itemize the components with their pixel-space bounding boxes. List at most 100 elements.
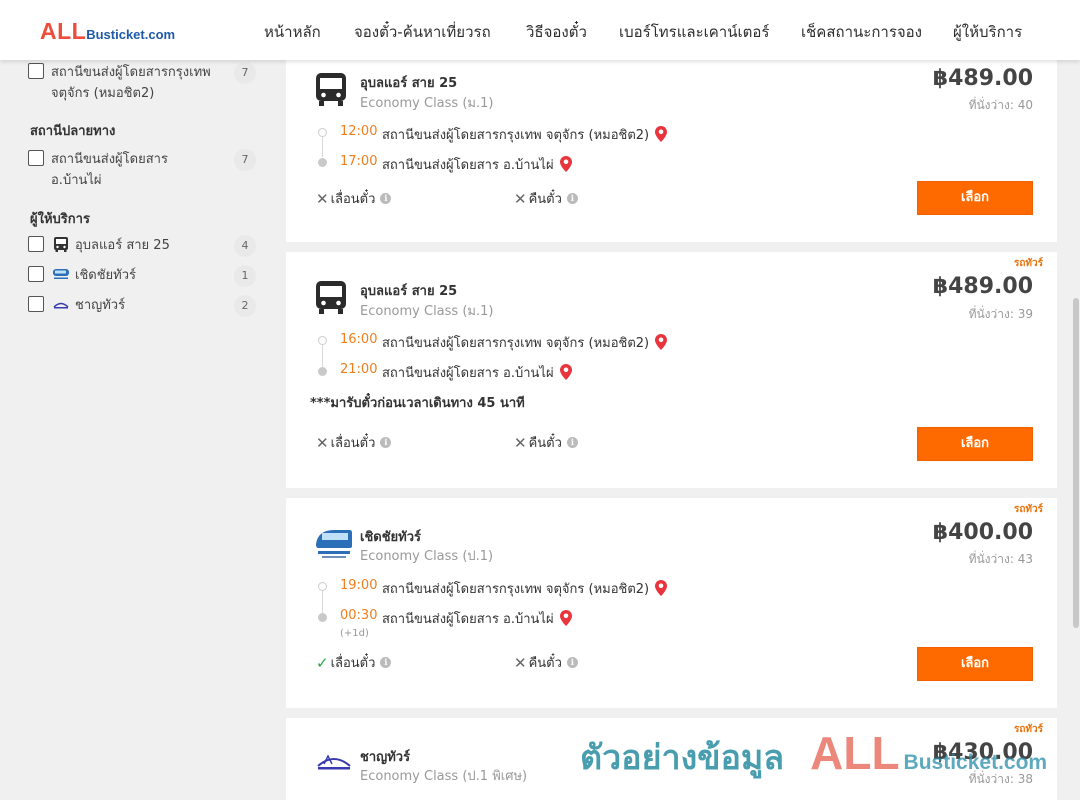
site-logo[interactable]: ALL Busticket.com (40, 18, 175, 45)
refund-ticket-policy: ✕ คืนตั๋ว i (514, 652, 578, 673)
filter-checkbox[interactable] (28, 296, 44, 312)
not-allowed-icon: ✕ (316, 433, 329, 452)
filter-sidebar: สถานีขนส่งผู้โดยสารกรุงเทพ จตุจักร (หมอช… (0, 60, 270, 800)
arrive-station-name: สถานีขนส่งผู้โดยสาร อ.บ้านไผ่ (382, 158, 554, 173)
seats-available: ที่นั่งว่าง: 38 (968, 772, 1033, 786)
allowed-check-icon: ✓ (316, 653, 329, 672)
cherdchai-logo-icon (53, 269, 69, 279)
select-trip-button[interactable]: เลือก (917, 427, 1033, 461)
nav-booking-status[interactable]: เช็คสถานะการจอง (801, 20, 922, 44)
count-badge: 2 (234, 295, 256, 317)
seats-available: ที่นั่งว่าง: 43 (968, 552, 1033, 566)
filter-checkbox[interactable] (28, 63, 44, 79)
operator-name: เชิดชัยทัวร์ (360, 530, 422, 545)
filter-checkbox[interactable] (28, 266, 44, 282)
filter-label-line2: อ.บ้านไผ่ (51, 173, 102, 188)
policy-label: เลื่อนตั๋ว (330, 436, 376, 451)
route-start-dot (318, 582, 327, 591)
arrive-time: 17:00 (340, 154, 378, 169)
not-allowed-icon: ✕ (316, 189, 329, 208)
route-start-dot (318, 336, 327, 345)
select-trip-button[interactable]: เลือก (917, 647, 1033, 681)
trip-card: รถทัวร์ เชิดชัยทัวร์ Economy Class (ป.1)… (286, 498, 1057, 708)
seat-class: Economy Class (ม.1) (360, 96, 494, 111)
filter-operator-cherdchai[interactable]: เชิดชัยทัวร์ 1 (28, 265, 256, 287)
filter-operator-ubon-air[interactable]: อุบลแอร์ สาย 25 4 (28, 235, 256, 257)
change-ticket-policy: ✕ เลื่อนตั๋ว i (316, 188, 392, 209)
count-badge: 1 (234, 265, 256, 287)
info-icon[interactable]: i (380, 437, 392, 448)
refund-ticket-policy: ✕ คืนตั๋ว i (514, 188, 578, 209)
map-pin-icon[interactable] (559, 364, 572, 380)
change-ticket-policy: ✓ เลื่อนตั๋ว i (316, 652, 392, 673)
operator-name: อุบลแอร์ สาย 25 (360, 284, 458, 299)
policy-label: คืนตั๋ว (528, 436, 562, 451)
filter-checkbox[interactable] (28, 150, 44, 166)
info-icon[interactable]: i (566, 657, 578, 668)
count-badge: 4 (234, 235, 256, 257)
bus-icon (54, 237, 68, 252)
page-scrollbar[interactable] (1072, 60, 1080, 800)
seats-available: ที่นั่งว่าง: 39 (968, 307, 1033, 321)
depart-time: 16:00 (340, 332, 378, 347)
nav-contact-counters[interactable]: เบอร์โทรและเคาน์เตอร์ (619, 20, 769, 44)
nav-home[interactable]: หน้าหลัก (264, 20, 321, 44)
filter-origin-item[interactable]: สถานีขนส่งผู้โดยสารกรุงเทพ จตุจักร (หมอช… (28, 62, 256, 104)
map-pin-icon[interactable] (655, 334, 668, 350)
operator-name: อุบลแอร์ สาย 25 (360, 76, 458, 91)
filter-checkbox[interactable] (28, 236, 44, 252)
nav-search-trips[interactable]: จองตั๋ว-ค้นหาเที่ยวรถ (354, 20, 491, 44)
policy-label: เลื่อนตั๋ว (330, 656, 376, 671)
info-icon[interactable]: i (380, 657, 392, 668)
bus-icon (316, 281, 346, 314)
change-ticket-policy: ✕ เลื่อนตั๋ว i (316, 432, 392, 453)
bus-icon (316, 73, 346, 106)
filter-operator-chan-tour[interactable]: ชาญทัวร์ 2 (28, 295, 256, 317)
pickup-note: ***มารับตั๋วก่อนเวลาเดินทาง 45 นาที (310, 396, 525, 411)
map-pin-icon[interactable] (655, 580, 668, 596)
count-badge: 7 (234, 149, 256, 171)
map-pin-icon[interactable] (655, 126, 668, 142)
not-allowed-icon: ✕ (514, 433, 527, 452)
scrollbar-thumb[interactable] (1073, 298, 1079, 628)
arrive-time: 00:30 (340, 608, 378, 623)
select-trip-button[interactable]: เลือก (917, 181, 1033, 215)
filter-label-line1: สถานีขนส่งผู้โดยสารกรุงเทพ (51, 65, 211, 80)
policy-label: คืนตั๋ว (528, 192, 562, 207)
info-icon[interactable]: i (566, 437, 578, 448)
cherdchai-logo-icon (316, 530, 352, 558)
depart-station-name: สถานีขนส่งผู้โดยสารกรุงเทพ จตุจักร (หมอช… (382, 128, 650, 143)
bus-type-tag: รถทัวร์ (1013, 724, 1043, 735)
ticket-price: ฿400.00 (932, 520, 1033, 545)
filter-label: สถานีขนส่งผู้โดยสารกรุงเทพ จตุจักร (หมอช… (51, 62, 211, 104)
filter-label-line2: จตุจักร (หมอชิต2) (51, 86, 155, 101)
depart-station[interactable]: สถานีขนส่งผู้โดยสารกรุงเทพ จตุจักร (หมอช… (382, 578, 668, 599)
map-pin-icon[interactable] (559, 610, 572, 626)
depart-station[interactable]: สถานีขนส่งผู้โดยสารกรุงเทพ จตุจักร (หมอช… (382, 124, 668, 145)
depart-station[interactable]: สถานีขนส่งผู้โดยสารกรุงเทพ จตุจักร (หมอช… (382, 332, 668, 353)
map-pin-icon[interactable] (559, 156, 572, 172)
depart-station-name: สถานีขนส่งผู้โดยสารกรุงเทพ จตุจักร (หมอช… (382, 336, 650, 351)
ticket-price: ฿489.00 (932, 274, 1033, 299)
trip-card: อุบลแอร์ สาย 25 Economy Class (ม.1) ฿489… (286, 60, 1057, 242)
ticket-price: ฿489.00 (932, 66, 1033, 91)
ticket-price: ฿430.00 (932, 740, 1033, 765)
filter-label-line1: สถานีขนส่งผู้โดยสาร (51, 152, 168, 167)
nav-operators[interactable]: ผู้ให้บริการ (953, 20, 1022, 44)
not-allowed-icon: ✕ (514, 653, 527, 672)
nav-how-to-book[interactable]: วิธีจองตั๋ว (526, 20, 587, 44)
info-icon[interactable]: i (380, 193, 392, 204)
arrive-station[interactable]: สถานีขนส่งผู้โดยสาร อ.บ้านไผ่ (382, 608, 572, 629)
route-line (322, 591, 323, 613)
arrive-station[interactable]: สถานีขนส่งผู้โดยสาร อ.บ้านไผ่ (382, 154, 572, 175)
chan-tour-logo-icon (53, 302, 69, 309)
top-header: ALL Busticket.com หน้าหลัก จองตั๋ว-ค้นหา… (0, 0, 1080, 60)
route-line (322, 345, 323, 367)
filter-label: เชิดชัยทัวร์ (75, 268, 137, 283)
route-end-dot (318, 613, 327, 622)
filter-destination-item[interactable]: สถานีขนส่งผู้โดยสาร อ.บ้านไผ่ 7 (28, 149, 256, 191)
filter-label: อุบลแอร์ สาย 25 (75, 238, 170, 253)
filter-label: ชาญทัวร์ (75, 298, 126, 313)
info-icon[interactable]: i (566, 193, 578, 204)
arrive-station[interactable]: สถานีขนส่งผู้โดยสาร อ.บ้านไผ่ (382, 362, 572, 383)
